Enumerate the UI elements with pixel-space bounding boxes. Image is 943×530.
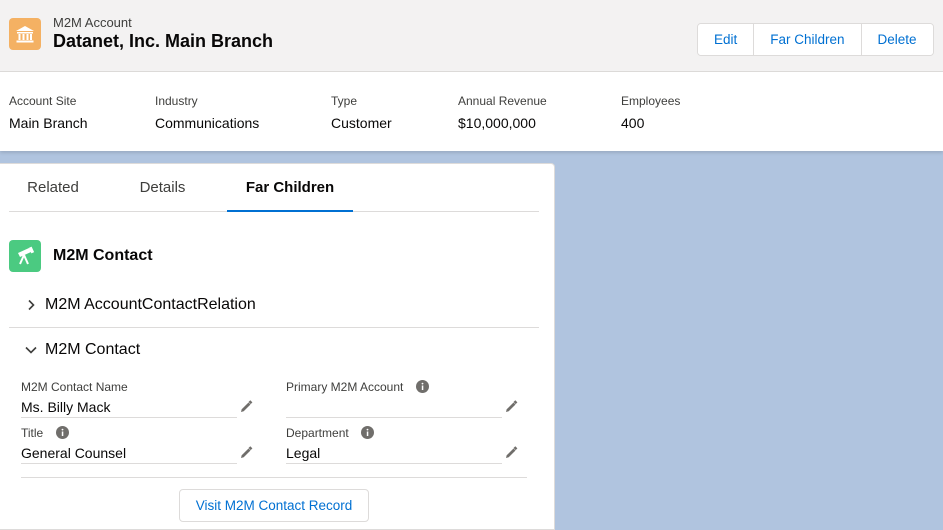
section-title: M2M Contact [53, 247, 153, 264]
field-label: Department [286, 426, 349, 440]
highlight-value: 400 [621, 115, 645, 131]
pencil-icon[interactable] [504, 446, 518, 465]
accordion-label: M2M AccountContactRelation [45, 296, 256, 313]
field-label: Primary M2M Account [286, 380, 404, 394]
field-value-row [286, 396, 502, 418]
highlight-value: Main Branch [9, 115, 88, 131]
field-value-row: General Counsel [21, 442, 237, 464]
header-button-group: Edit Far Children Delete [697, 23, 934, 56]
highlight-label: Type [331, 94, 358, 108]
field-value: Ms. Billy Mack [21, 399, 111, 415]
pencil-icon[interactable] [504, 400, 518, 419]
section-header: M2M Contact [9, 240, 153, 272]
record-title: Datanet, Inc. Main Branch [53, 31, 274, 51]
field-value-row: Ms. Billy Mack [21, 396, 237, 418]
highlight-account-site: Account Site Main Branch [9, 94, 88, 131]
highlight-label: Annual Revenue [458, 94, 547, 108]
highlight-value: Communications [155, 115, 260, 131]
chevron-right-icon [20, 294, 42, 316]
tab-related[interactable]: Related [25, 164, 81, 212]
highlight-employees: Employees 400 [621, 94, 680, 131]
pencil-icon[interactable] [239, 446, 253, 465]
telescope-icon [9, 240, 41, 272]
highlight-label: Employees [621, 94, 681, 108]
highlight-value: $10,000,000 [458, 115, 536, 131]
tab-far-children[interactable]: Far Children [227, 164, 353, 212]
tab-bar: Related Details Far Children [9, 164, 539, 212]
highlights-panel: Account Site Main Branch Industry Commun… [0, 72, 943, 151]
record-header: M2M Account Datanet, Inc. Main Branch Ed… [0, 0, 943, 72]
field-primary-account: Primary M2M Account [286, 378, 520, 418]
highlight-industry: Industry Communications [155, 94, 259, 131]
tabset-card: Related Details Far Children M2M Contact… [0, 163, 555, 530]
highlight-annual-revenue: Annual Revenue $10,000,000 [458, 94, 547, 131]
pencil-icon[interactable] [239, 400, 253, 419]
far-children-button[interactable]: Far Children [753, 24, 861, 55]
field-value: Legal [286, 445, 321, 461]
highlight-type: Type Customer [331, 94, 392, 131]
delete-button[interactable]: Delete [860, 24, 933, 55]
object-label: M2M Account [53, 15, 132, 30]
accordion-accountcontactrelation[interactable]: M2M AccountContactRelation [9, 283, 539, 327]
visit-contact-record-button[interactable]: Visit M2M Contact Record [179, 489, 369, 522]
field-value: General Counsel [21, 445, 127, 461]
field-contact-name: M2M Contact Name Ms. Billy Mack [21, 378, 255, 418]
accordion-label: M2M Contact [45, 341, 141, 358]
edit-button[interactable]: Edit [698, 24, 754, 55]
chevron-down-icon [20, 339, 42, 361]
field-value-row: Legal [286, 442, 502, 464]
highlight-value: Customer [331, 115, 392, 131]
field-title: Title General Counsel [21, 424, 255, 464]
bank-icon [9, 18, 41, 50]
field-label: Title [21, 426, 44, 440]
tab-details[interactable]: Details [137, 164, 188, 212]
highlight-label: Account Site [9, 94, 77, 108]
highlight-label: Industry [155, 94, 198, 108]
field-label: M2M Contact Name [21, 380, 128, 394]
accordion-m2m-contact[interactable]: M2M Contact [9, 328, 539, 372]
divider [21, 477, 527, 478]
field-department: Department Legal [286, 424, 520, 464]
